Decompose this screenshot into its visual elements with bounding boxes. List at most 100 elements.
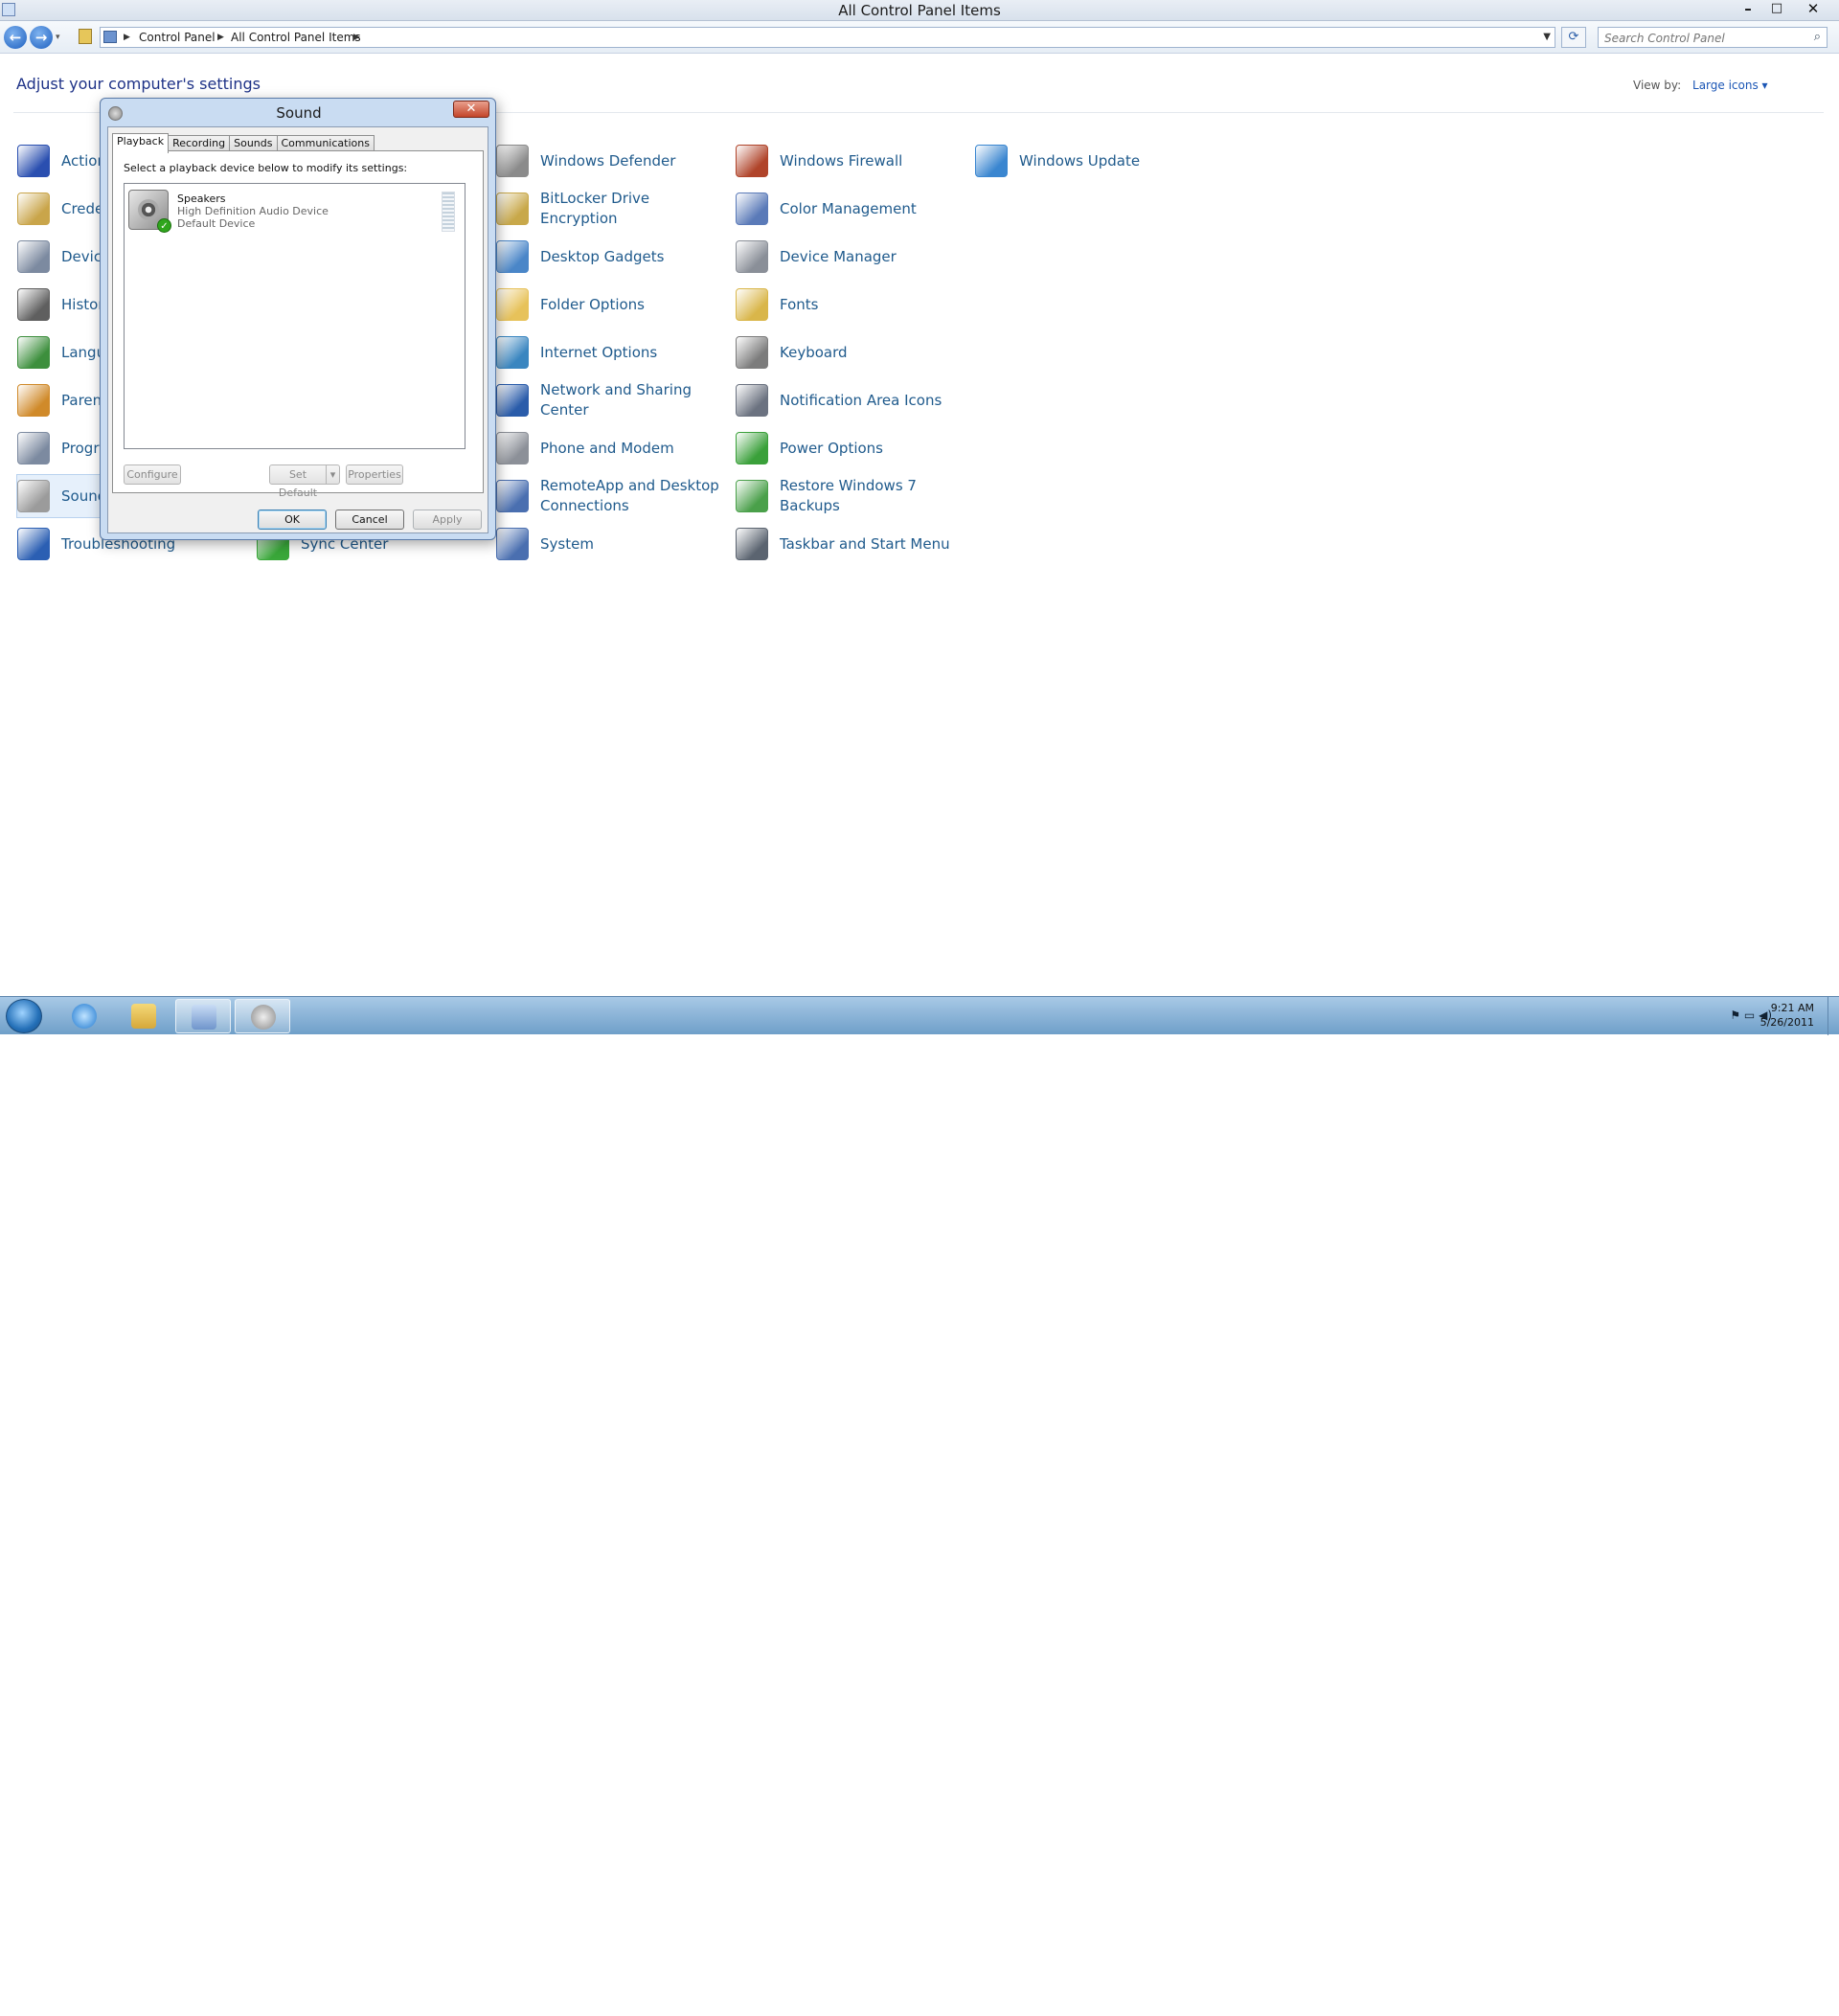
- control-panel-item[interactable]: BitLocker Drive Encryption: [496, 188, 726, 230]
- watermark: The Collection Book: [1657, 1996, 1828, 2016]
- window-title: All Control Panel Items: [838, 2, 1001, 19]
- notification-icon: [736, 384, 768, 417]
- control-panel-item[interactable]: Phone and Modem: [496, 427, 726, 469]
- breadcrumb-arrow-icon[interactable]: ▶: [217, 28, 224, 47]
- speaker-icon: [17, 480, 50, 512]
- control-panel-item[interactable]: Restore Windows 7 Backups: [736, 475, 965, 517]
- maximize-button[interactable]: □: [1764, 0, 1789, 19]
- control-panel-item[interactable]: Desktop Gadgets: [496, 236, 726, 278]
- address-dropdown-icon[interactable]: ▼: [1543, 28, 1551, 47]
- control-panel-item[interactable]: RemoteApp and Desktop Connections: [496, 475, 726, 517]
- family-icon: [17, 384, 50, 417]
- configure-button[interactable]: Configure: [124, 464, 181, 485]
- forward-button[interactable]: →: [30, 26, 53, 49]
- ok-button[interactable]: OK: [258, 510, 327, 530]
- item-label: Device Manager: [780, 247, 897, 265]
- folder-icon: [131, 1004, 156, 1029]
- properties-button[interactable]: Properties: [346, 464, 403, 485]
- control-panel-item[interactable]: Color Management: [736, 188, 965, 230]
- minimize-button[interactable]: –: [1736, 0, 1760, 19]
- power-icon: [736, 432, 768, 464]
- control-panel-item[interactable]: Windows Update: [975, 140, 1205, 182]
- color-icon: [736, 193, 768, 225]
- page-heading: Adjust your computer's settings: [16, 75, 261, 93]
- item-label: Desktop Gadgets: [540, 247, 665, 265]
- control-panel-item[interactable]: Fonts: [736, 283, 965, 326]
- device-list[interactable]: ✓ Speakers High Definition Audio Device …: [124, 183, 465, 449]
- item-label: Windows Defender: [540, 151, 676, 170]
- flag-icon: [17, 145, 50, 177]
- apply-button[interactable]: Apply: [413, 510, 482, 530]
- control-panel-item[interactable]: Taskbar and Start Menu: [736, 523, 965, 565]
- globe-icon: [17, 336, 50, 369]
- dialog-close-button[interactable]: ✕: [453, 101, 489, 118]
- item-label: Keyboard: [780, 343, 848, 361]
- set-default-button[interactable]: Set Default: [269, 464, 327, 499]
- remote-icon: [496, 480, 529, 512]
- folder-up-icon[interactable]: [79, 29, 92, 44]
- clock[interactable]: 9:21 AM 5/26/2011: [1760, 1001, 1814, 1030]
- device-name: Speakers: [177, 193, 226, 205]
- taskbar-internet-explorer[interactable]: [57, 999, 112, 1033]
- dialog-body: Playback Recording Sounds Communications…: [107, 126, 488, 533]
- device-description: High Definition Audio Device: [177, 205, 329, 217]
- close-window-button[interactable]: ✕: [1801, 0, 1826, 19]
- internet-explorer-icon: [72, 1004, 97, 1029]
- control-panel-item[interactable]: Internet Options: [496, 331, 726, 374]
- control-panel-item[interactable]: Windows Defender: [496, 140, 726, 182]
- control-panel-item[interactable]: Notification Area Icons: [736, 379, 965, 421]
- set-default-dropdown-icon[interactable]: ▾: [326, 464, 340, 485]
- view-by-dropdown[interactable]: Large icons ▾: [1692, 79, 1768, 92]
- breadcrumb-control-panel[interactable]: Control Panel: [139, 28, 216, 47]
- folder-icon: [496, 288, 529, 321]
- cancel-button[interactable]: Cancel: [335, 510, 404, 530]
- control-panel-item[interactable]: Power Options: [736, 427, 965, 469]
- item-label: Phone and Modem: [540, 439, 674, 457]
- taskbar: The Collection Book ⚑ ▭ ◀) 9:21 AM 5/26/…: [0, 996, 1839, 2016]
- control-panel-item[interactable]: System: [496, 523, 726, 565]
- item-label: Color Management: [780, 199, 917, 217]
- clock-time: 9:21 AM: [1770, 1002, 1814, 1014]
- programs-icon: [17, 432, 50, 464]
- control-panel-item[interactable]: Network and Sharing Center: [496, 379, 726, 421]
- item-label: RemoteApp and Desktop Connections: [540, 477, 719, 514]
- speaker-icon: [251, 1005, 276, 1030]
- taskbar-control-panel[interactable]: [175, 999, 231, 1033]
- breadcrumb-arrow-icon[interactable]: ▶: [353, 28, 360, 47]
- show-desktop-button[interactable]: [1828, 997, 1839, 1035]
- device-item-speakers[interactable]: ✓ Speakers High Definition Audio Device …: [126, 186, 463, 236]
- troubleshoot-icon: [17, 528, 50, 560]
- control-panel-item[interactable]: Windows Firewall: [736, 140, 965, 182]
- breadcrumb-arrow-icon[interactable]: ▶: [124, 28, 130, 47]
- item-label: Network and Sharing Center: [540, 381, 692, 419]
- taskbar-sound[interactable]: [235, 999, 290, 1033]
- control-panel-item[interactable]: Device Manager: [736, 236, 965, 278]
- address-field[interactable]: ▶ Control Panel ▶ All Control Panel Item…: [100, 27, 1555, 48]
- phone-icon: [496, 432, 529, 464]
- search-icon[interactable]: ⌕: [1814, 30, 1821, 44]
- start-button[interactable]: [6, 999, 42, 1033]
- volume-meter: [442, 192, 455, 232]
- internet-icon: [496, 336, 529, 369]
- item-label: Fonts: [780, 295, 819, 313]
- search-box[interactable]: ⌕: [1598, 27, 1828, 48]
- item-label: Folder Options: [540, 295, 645, 313]
- taskbar-explorer[interactable]: [116, 999, 171, 1033]
- item-label: Internet Options: [540, 343, 658, 361]
- item-label: Taskbar and Start Menu: [780, 534, 950, 553]
- search-input[interactable]: [1604, 29, 1796, 48]
- item-label: BitLocker Drive Encryption: [540, 190, 650, 227]
- control-panel-item[interactable]: Keyboard: [736, 331, 965, 374]
- recent-pages-chevron-icon[interactable]: ▾: [56, 33, 60, 42]
- item-label: Windows Update: [1019, 151, 1141, 170]
- breadcrumb-all-items[interactable]: All Control Panel Items: [231, 28, 361, 47]
- back-button[interactable]: ←: [4, 26, 27, 49]
- default-check-icon: ✓: [157, 218, 171, 233]
- refresh-button[interactable]: ⟳: [1561, 27, 1586, 48]
- firewall-icon: [736, 145, 768, 177]
- item-label: Notification Area Icons: [780, 391, 942, 409]
- tab-playback[interactable]: Playback: [112, 133, 170, 153]
- control-panel-item[interactable]: Folder Options: [496, 283, 726, 326]
- system-icon: [496, 528, 529, 560]
- wall-icon: [496, 145, 529, 177]
